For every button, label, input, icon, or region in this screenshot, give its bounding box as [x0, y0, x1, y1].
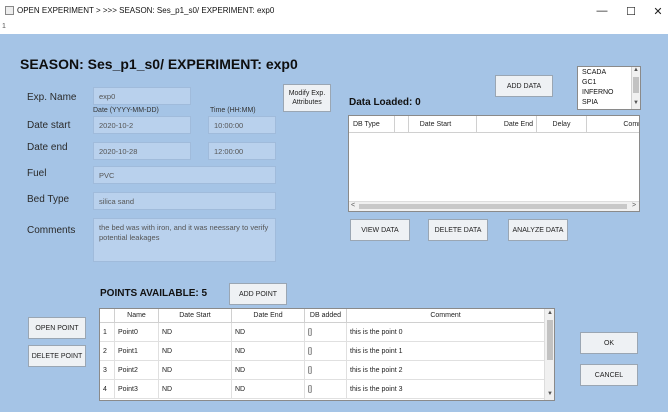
row-index: 4 [100, 380, 115, 399]
title-bar: OPEN EXPERIMENT > >>> SEASON: Ses_p1_s0/… [0, 0, 672, 22]
date-format-label: Date (YYYY-MM-DD) [93, 107, 159, 114]
table-cell-name[interactable]: Point2 [115, 361, 159, 380]
main-panel: SEASON: Ses_p1_s0/ EXPERIMENT: exp0 Exp.… [0, 34, 668, 412]
data-loaded-label: Data Loaded: 0 [349, 97, 421, 108]
exp-name-label: Exp. Name [27, 92, 77, 103]
row-index: 1 [100, 323, 115, 342]
table-cell-start[interactable]: ND [159, 342, 232, 361]
date-end-field[interactable]: 2020-10-28 [93, 142, 191, 160]
comments-field[interactable]: the bed was with iron, and it was neessa… [93, 218, 276, 262]
add-point-button[interactable]: ADD POINT [229, 283, 287, 305]
view-data-button[interactable]: VIEW DATA [350, 219, 410, 241]
points-table[interactable]: Name Date Start Date End DB added Commen… [99, 308, 555, 401]
table-cell-start[interactable]: ND [159, 361, 232, 380]
table-cell-name[interactable]: Point1 [115, 342, 159, 361]
time-start-field[interactable]: 10:00:00 [208, 116, 276, 134]
chevron-right-icon[interactable]: > [632, 202, 636, 209]
table-cell-start[interactable]: ND [159, 380, 232, 399]
table-cell-comment[interactable]: this is the point 3 [347, 380, 545, 399]
delete-data-button[interactable]: DELETE DATA [428, 219, 488, 241]
column-header[interactable]: Comment [347, 309, 545, 323]
list-item[interactable]: GC1 [582, 79, 596, 86]
column-header[interactable]: DB added [305, 309, 347, 323]
vertical-scrollbar[interactable]: ▲ ▼ [544, 309, 554, 400]
column-header[interactable]: Delay [537, 116, 587, 133]
table-cell-name[interactable]: Point0 [115, 323, 159, 342]
data-table[interactable]: DB Type Date Start Date End Delay Comm <… [348, 115, 640, 212]
date-start-field[interactable]: 2020-10-2 [93, 116, 191, 134]
window-title: OPEN EXPERIMENT > >>> SEASON: Ses_p1_s0/… [17, 6, 275, 15]
chevron-down-icon[interactable]: ▼ [545, 391, 554, 397]
date-end-label: Date end [27, 142, 68, 153]
row-header-corner [100, 309, 115, 323]
ok-button[interactable]: OK [580, 332, 638, 354]
date-start-label: Date start [27, 120, 71, 131]
time-format-label: Time (HH:MM) [210, 107, 256, 114]
bed-type-field[interactable]: silica sand [93, 192, 276, 210]
app-icon [5, 6, 14, 15]
chevron-up-icon[interactable]: ▲ [632, 67, 640, 73]
table-cell-end[interactable]: ND [232, 380, 305, 399]
table-cell-db[interactable]: [] [305, 323, 347, 342]
exp-name-field[interactable]: exp0 [93, 87, 191, 105]
table-cell-comment[interactable]: this is the point 1 [347, 342, 545, 361]
list-item[interactable]: SPIA [582, 99, 598, 106]
chevron-up-icon[interactable]: ▲ [545, 310, 554, 316]
scrollbar-thumb[interactable] [547, 320, 553, 360]
column-header[interactable]: Date Start [159, 309, 232, 323]
fuel-label: Fuel [27, 168, 47, 179]
fuel-field[interactable]: PVC [93, 166, 276, 184]
table-cell-db[interactable]: [] [305, 380, 347, 399]
delete-point-button[interactable]: DELETE POINT [28, 345, 86, 367]
column-header-spacer [349, 116, 409, 133]
column-header[interactable]: Date End [477, 116, 537, 133]
data-source-list[interactable]: SCADA GC1 INFERNO SPIA ▲ ▼ [577, 66, 641, 110]
table-cell-db[interactable]: [] [305, 342, 347, 361]
chevron-left-icon[interactable]: < [351, 202, 355, 209]
window-subheader: 1 [0, 22, 672, 34]
points-available-label: POINTS AVAILABLE: 5 [100, 288, 208, 299]
add-data-button[interactable]: ADD DATA [495, 75, 553, 97]
table-cell-end[interactable]: ND [232, 342, 305, 361]
row-index: 2 [100, 342, 115, 361]
table-cell-start[interactable]: ND [159, 323, 232, 342]
cancel-button[interactable]: CANCEL [580, 364, 638, 386]
scrollbar-thumb[interactable] [359, 204, 627, 209]
scrollbar-thumb[interactable] [633, 77, 639, 93]
table-cell-end[interactable]: ND [232, 323, 305, 342]
close-icon[interactable]: ✕ [648, 3, 668, 19]
table-cell-db[interactable]: [] [305, 361, 347, 380]
column-header[interactable]: Name [115, 309, 159, 323]
list-item[interactable]: INFERNO [582, 89, 614, 96]
horizontal-scrollbar[interactable]: < > [349, 201, 639, 211]
analyze-data-button[interactable]: ANALYZE DATA [508, 219, 568, 241]
list-scrollbar[interactable]: ▲ ▼ [631, 67, 640, 109]
modify-attributes-button[interactable]: Modify Exp. Attributes [283, 84, 331, 112]
column-header[interactable]: Comm [587, 116, 639, 133]
table-cell-comment[interactable]: this is the point 2 [347, 361, 545, 380]
chevron-down-icon[interactable]: ▼ [632, 100, 640, 106]
table-cell-end[interactable]: ND [232, 361, 305, 380]
table-cell-comment[interactable]: this is the point 0 [347, 323, 545, 342]
column-header[interactable]: Date End [232, 309, 305, 323]
window-subtitle: 1 [2, 23, 6, 30]
bed-type-label: Bed Type [27, 194, 70, 205]
maximize-icon[interactable]: ☐ [621, 3, 641, 19]
row-index: 3 [100, 361, 115, 380]
list-item[interactable]: SCADA [582, 69, 606, 76]
comments-label: Comments [27, 225, 76, 236]
open-point-button[interactable]: OPEN POINT [28, 317, 86, 339]
minimize-icon[interactable]: — [592, 3, 612, 19]
page-title: SEASON: Ses_p1_s0/ EXPERIMENT: exp0 [20, 56, 298, 72]
table-cell-name[interactable]: Point3 [115, 380, 159, 399]
time-end-field[interactable]: 12:00:00 [208, 142, 276, 160]
